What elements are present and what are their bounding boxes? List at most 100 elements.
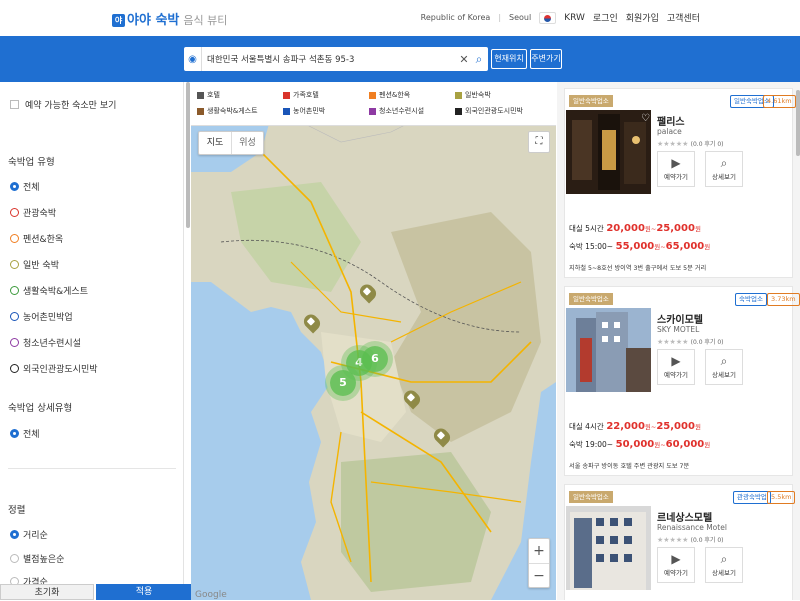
radio-selected[interactable] <box>10 530 19 539</box>
legend-item[interactable]: 펜션&한옥 <box>369 90 410 100</box>
nearby-button[interactable]: 주변가기 <box>530 49 562 69</box>
radio-selected[interactable] <box>10 429 19 438</box>
listing-photo[interactable] <box>566 308 651 392</box>
type-tag: 관광숙박업 <box>733 491 771 504</box>
listing-card[interactable]: 일반숙박업소 숙박업소 3.73km 스카이모텔 SKY MOTEL ★★★★★… <box>564 286 800 476</box>
rating-text: (0.0 후기 0) <box>690 339 724 346</box>
legend-item[interactable]: 가족호텔 <box>283 90 319 100</box>
legend-label: 호텔 <box>207 91 220 99</box>
type-radio[interactable]: 펜션&한옥 <box>10 232 63 245</box>
radio[interactable] <box>10 260 19 269</box>
listing-name-en: Renaissance Motel <box>657 523 727 532</box>
country-link[interactable]: Republic of Korea <box>421 13 491 22</box>
sort-radio[interactable]: 별점높은순 <box>10 552 64 565</box>
type-radio[interactable]: 일반 숙박 <box>10 258 59 271</box>
join-link[interactable]: 회원가입 <box>626 11 659 24</box>
detail-button[interactable]: ⌕ 상세보기 <box>705 547 743 583</box>
radio[interactable] <box>10 554 19 563</box>
type-radio[interactable]: 생활숙박&게스트 <box>10 284 88 297</box>
legend-item[interactable]: 청소년수련시설 <box>369 106 424 116</box>
radio[interactable] <box>10 234 19 243</box>
zoom-out-icon[interactable]: − <box>529 563 549 587</box>
stay-from: 55,000 <box>615 241 655 252</box>
photo-image <box>566 308 651 392</box>
type-title: 숙박업 유형 <box>8 157 55 168</box>
magnifier-icon: ⌕ <box>720 552 728 566</box>
currency-link[interactable]: KRW <box>564 13 585 23</box>
site-logo[interactable]: 야 야야 숙박 음식 뷰티 <box>112 9 227 28</box>
legend-item[interactable]: 외국인관광도시민박 <box>455 106 523 116</box>
support-link[interactable]: 고객센터 <box>667 11 700 24</box>
city-link[interactable]: Seoul <box>509 13 531 22</box>
currency: 원 <box>704 441 711 449</box>
rent-label: 대실 4시간 <box>569 422 604 431</box>
listing-name[interactable]: 팰리스 <box>657 113 685 128</box>
type-radio[interactable]: 농어촌민박업 <box>10 310 73 323</box>
map-terrain <box>191 82 556 600</box>
detail-label: 전체 <box>23 430 40 440</box>
current-location-button[interactable]: 현재위치 <box>491 49 527 69</box>
stay-from: 50,000 <box>615 439 655 450</box>
sort-radio[interactable]: 거리순 <box>10 528 48 541</box>
legend-item[interactable]: 농어촌민박 <box>283 106 325 116</box>
map-type-map[interactable]: 지도 <box>199 132 231 154</box>
detail-button[interactable]: ⌕ 상세보기 <box>705 151 743 187</box>
stay-to: 65,000 <box>665 241 705 252</box>
radio[interactable] <box>10 286 19 295</box>
map-view[interactable]: 호텔 가족호텔 펜션&한옥 일반숙박 생활숙박&게스트 농어촌민박 청소년수련시… <box>191 82 556 600</box>
only-available-checkbox[interactable]: 예약 가능한 숙소만 보기 <box>10 98 116 111</box>
map-type-satellite[interactable]: 위성 <box>231 132 263 154</box>
apply-button[interactable]: 적용 <box>96 584 192 600</box>
legend-item[interactable]: 호텔 <box>197 90 220 100</box>
zoom-in-icon[interactable]: + <box>529 539 549 563</box>
legend-label: 청소년수련시설 <box>379 107 425 115</box>
listing-scrollbar[interactable] <box>796 90 800 156</box>
radio[interactable] <box>10 208 19 217</box>
heart-icon[interactable]: ♡ <box>641 114 651 124</box>
listing-name[interactable]: 스카이모텔 <box>657 311 703 326</box>
listing-name[interactable]: 르네상스모텔 <box>657 509 712 524</box>
korea-flag-icon[interactable] <box>539 11 557 24</box>
login-link[interactable]: 로그인 <box>593 11 618 24</box>
listing-photo[interactable] <box>566 506 651 590</box>
type-radio[interactable]: 관광숙박 <box>10 206 56 219</box>
photo-image <box>566 110 651 194</box>
map-cluster[interactable]: 5 <box>330 370 356 396</box>
detail-button[interactable]: ⌕ 상세보기 <box>705 349 743 385</box>
legend-swatch <box>283 107 290 115</box>
type-radio[interactable]: 외국인관광도시민박 <box>10 362 98 375</box>
rent-to: 25,000 <box>656 223 695 234</box>
type-radio[interactable]: 청소년수련시설 <box>10 336 81 349</box>
search-input[interactable]: 대한민국 서울특별시 송파구 석촌동 95-3 <box>202 53 458 65</box>
reset-button[interactable]: 초기화 <box>0 584 94 600</box>
clear-icon[interactable]: ✕ <box>458 53 470 66</box>
map-cluster[interactable]: 6 <box>362 346 388 372</box>
reserve-button[interactable]: ▶ 예약가기 <box>657 151 695 187</box>
map-type-toggle: 지도 위성 <box>198 131 264 155</box>
type-label: 펜션&한옥 <box>23 235 64 245</box>
listing-card[interactable]: 일반숙박업소 일반숙박업소 4.61km ♡ 팰리스 palace ★★★★★ … <box>564 88 796 278</box>
radio[interactable] <box>10 338 19 347</box>
legend-item[interactable]: 일반숙박 <box>455 90 491 100</box>
radio[interactable] <box>10 364 19 373</box>
reserve-button[interactable]: ▶ 예약가기 <box>657 547 695 583</box>
category-badge: 일반숙박업소 <box>569 491 613 503</box>
location-pin-icon[interactable]: ◉ <box>184 47 202 71</box>
listing-photo[interactable] <box>566 110 651 194</box>
detail-title: 숙박업 상세유형 <box>8 403 73 414</box>
legend-swatch <box>283 91 290 99</box>
checkbox-box[interactable] <box>10 100 19 109</box>
fullscreen-icon[interactable]: ⛶ <box>528 131 550 153</box>
reserve-button[interactable]: ▶ 예약가기 <box>657 349 695 385</box>
radio[interactable] <box>10 312 19 321</box>
stay-price: 숙박 15:00~ 55,000원~65,000원 <box>569 241 710 252</box>
legend-swatch <box>197 107 204 115</box>
legend-item[interactable]: 생활숙박&게스트 <box>197 106 258 116</box>
search-icon[interactable]: ⌕ <box>470 52 488 67</box>
type-radio[interactable]: 전체 <box>10 180 40 193</box>
detail-radio[interactable]: 전체 <box>10 427 40 440</box>
listing-card[interactable]: 일반숙박업소 관광숙박업 5.5km 르네상스모텔 Renaissance Mo… <box>564 484 796 600</box>
distance-tag: 5.5km <box>767 491 796 504</box>
radio-selected[interactable] <box>10 182 19 191</box>
filter-scrollbar[interactable] <box>186 82 190 228</box>
